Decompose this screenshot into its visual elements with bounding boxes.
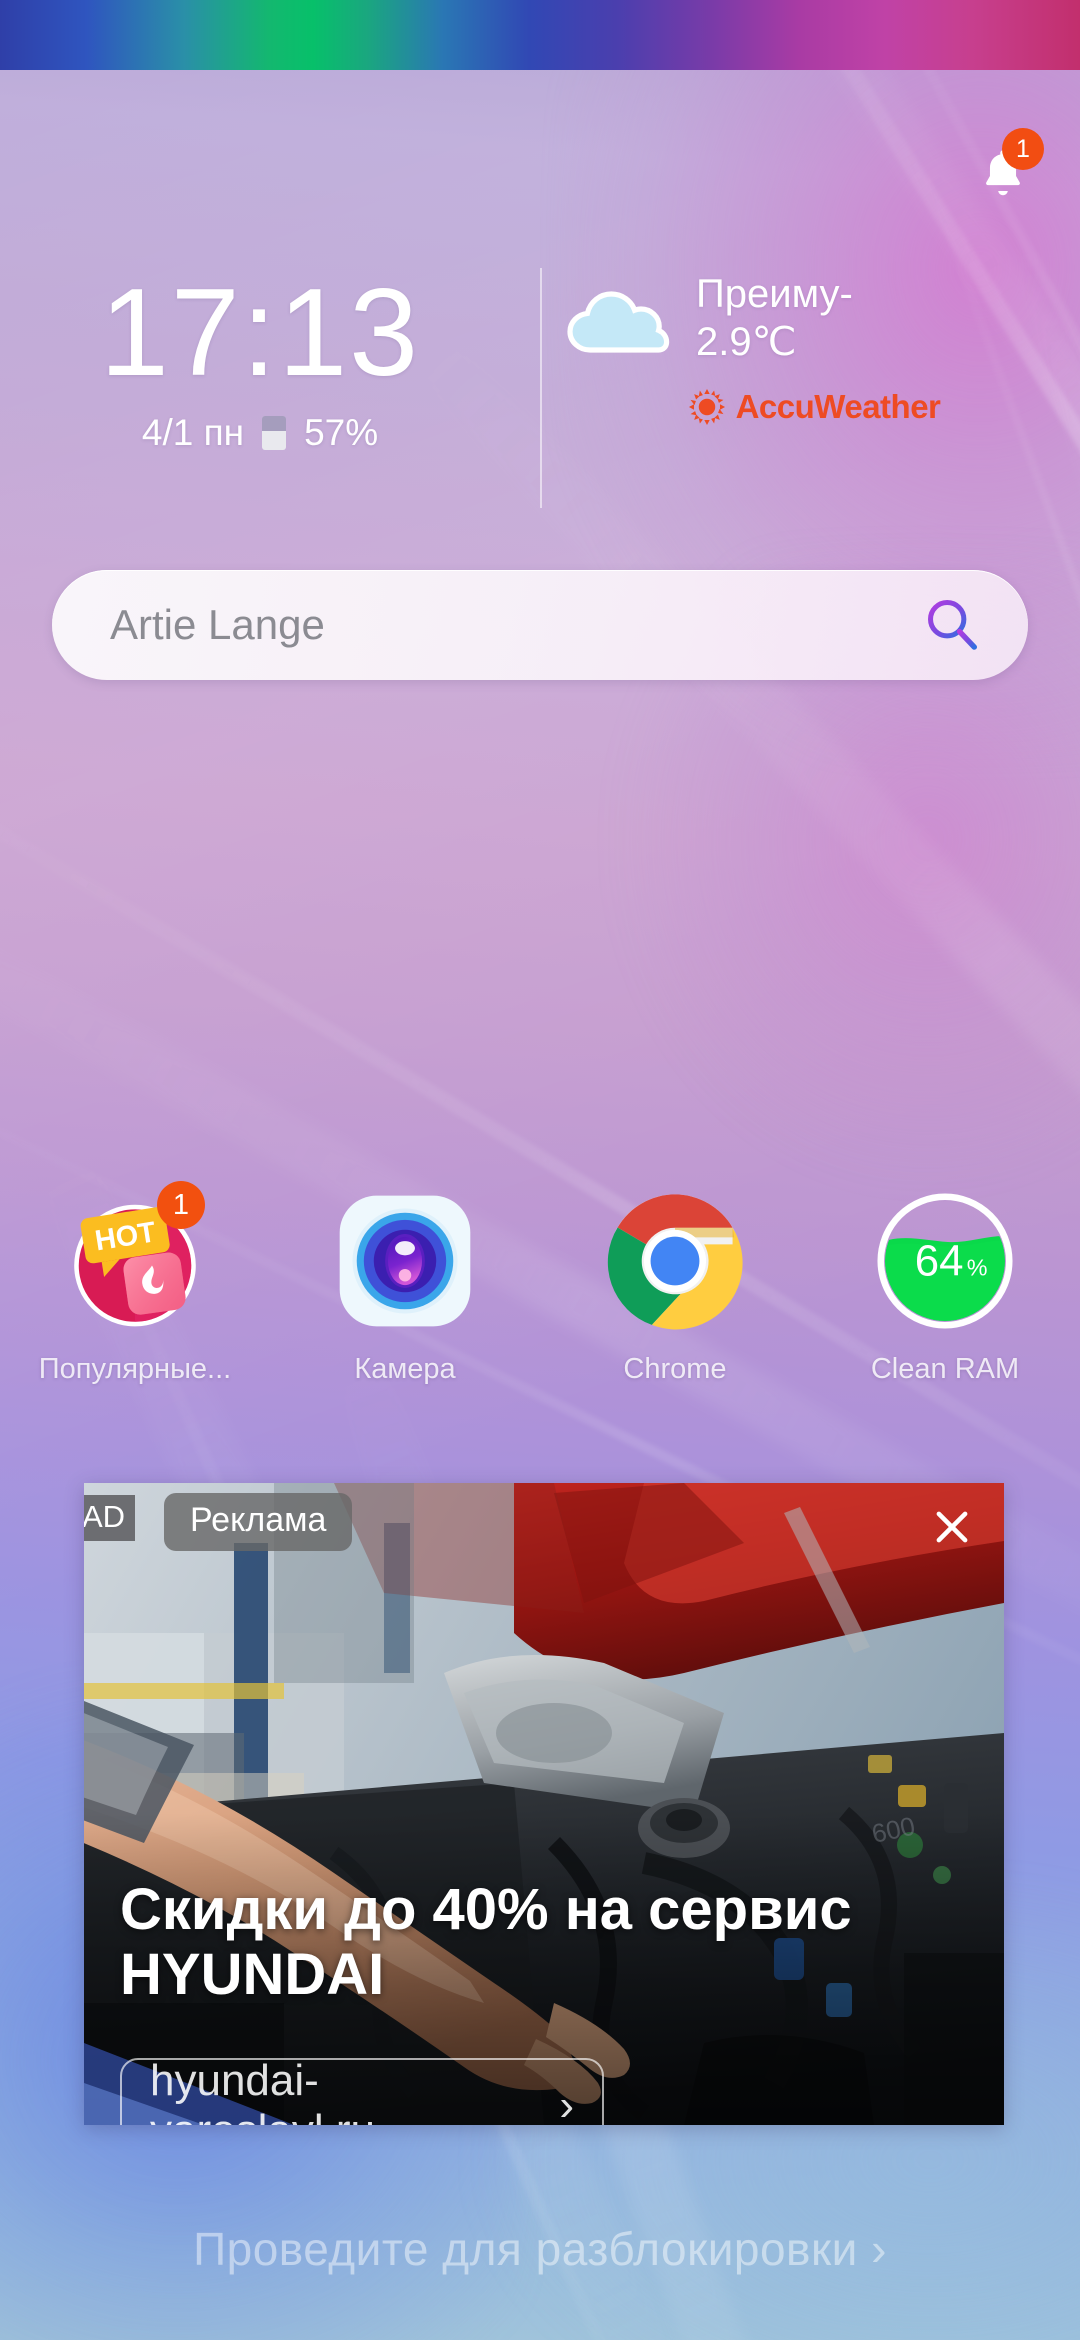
clock-widget[interactable]: 17:13 4/1 пн 57% xyxy=(0,270,520,454)
ad-cta-button[interactable]: hyundai-yaroslavl.ru › xyxy=(120,2056,604,2125)
clock-subline: 4/1 пн 57% xyxy=(0,412,520,454)
app-item-chrome[interactable]: Chrome xyxy=(540,1185,810,1386)
weather-main-row: Преиму- 2.9℃ xyxy=(548,270,1080,366)
search-input[interactable]: Artie Lange xyxy=(110,601,922,649)
app-label: Камера xyxy=(354,1353,456,1385)
weather-widget[interactable]: Преиму- 2.9℃ AccuWeather xyxy=(548,270,1080,426)
app-dock: HOT 1 Популярные... Камера Chrome 64 % C… xyxy=(0,1181,1080,1386)
unlock-hint[interactable]: Проведите для разблокировки › xyxy=(0,2222,1080,2276)
chrome-icon[interactable] xyxy=(599,1185,751,1337)
weather-condition: Преиму- xyxy=(696,272,853,316)
accuweather-attribution[interactable]: AccuWeather xyxy=(688,388,941,426)
ram-unit: % xyxy=(967,1255,988,1281)
camera-icon[interactable] xyxy=(329,1185,481,1337)
weather-text-group: Преиму- 2.9℃ xyxy=(696,270,946,366)
app-label: Clean RAM xyxy=(870,1353,1020,1385)
ad-banner[interactable]: 600 AD Реклама Скидки до 40% на сервис H… xyxy=(84,1483,1004,2125)
status-bar xyxy=(0,0,1080,70)
app-label: Chrome xyxy=(623,1353,727,1385)
app-badge-count: 1 xyxy=(157,1181,205,1229)
battery-icon xyxy=(262,416,287,451)
cloud-icon xyxy=(567,291,670,353)
search-icon[interactable] xyxy=(922,594,984,656)
ad-close-button[interactable] xyxy=(924,1499,980,1555)
ram-gauge-icon[interactable]: 64 % xyxy=(869,1185,1021,1337)
ad-tag-label: AD xyxy=(84,1495,136,1541)
weather-temperature: 2.9℃ xyxy=(696,320,797,364)
app-item-clean-ram[interactable]: 64 % Clean RAM xyxy=(810,1185,1080,1386)
search-bar[interactable]: Artie Lange xyxy=(52,570,1028,680)
notification-bell-button[interactable]: 1 xyxy=(970,128,1044,202)
notification-badge: 1 xyxy=(1002,128,1044,170)
sun-icon xyxy=(688,388,725,426)
close-icon xyxy=(936,1511,968,1543)
ad-sponsored-label: Реклама xyxy=(164,1493,353,1551)
app-item-popular[interactable]: HOT 1 Популярные... xyxy=(0,1181,270,1386)
accuweather-label: AccuWeather xyxy=(735,388,941,425)
ram-value: 64 xyxy=(915,1237,964,1286)
chevron-right-icon: › xyxy=(559,2081,574,2125)
clock-date: 4/1 пн xyxy=(141,412,245,454)
battery-percent: 57% xyxy=(304,412,379,454)
hot-app-icon[interactable]: HOT 1 xyxy=(59,1181,211,1337)
ad-headline: Скидки до 40% на сервис HYUNDAI xyxy=(120,1877,852,2007)
app-label: Популярные... xyxy=(38,1353,232,1385)
ad-cta-url: hyundai-yaroslavl.ru xyxy=(150,2056,375,2125)
ad-image: 600 xyxy=(84,1483,1004,2125)
app-item-camera[interactable]: Камера xyxy=(270,1185,540,1386)
widget-divider xyxy=(540,268,542,508)
clock-time: 17:13 xyxy=(99,264,421,402)
lock-screen: 1 17:13 4/1 пн 57% Преиму- 2.9℃ AccuWeat… xyxy=(0,0,1080,2340)
